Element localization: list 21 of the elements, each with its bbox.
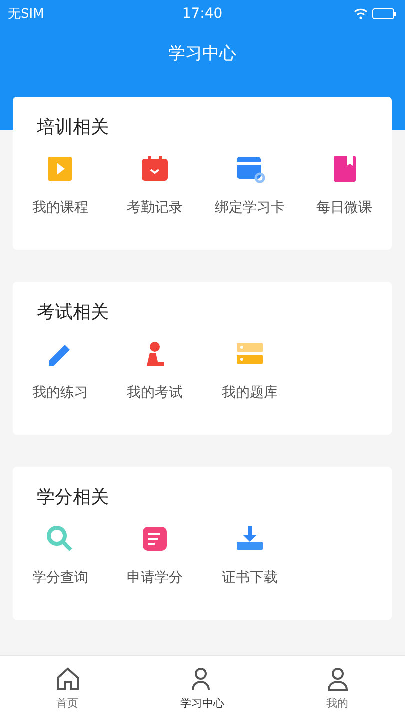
wifi-battery-icon	[353, 7, 398, 21]
feature-link[interactable]: 证书下载	[222, 569, 278, 587]
feature-link[interactable]: 每日微课	[316, 199, 373, 217]
tab[interactable]: 学习中心	[135, 656, 270, 720]
feature-link[interactable]: 申请学分	[127, 569, 184, 587]
feature-link[interactable]: 我的练习	[32, 384, 88, 402]
home-icon	[54, 666, 80, 692]
section-title: 学分相关	[36, 486, 110, 509]
section-title: 考试相关	[36, 301, 110, 324]
clock-text: 17:40	[182, 6, 223, 22]
feature-link[interactable]: 学分查询	[32, 569, 88, 587]
feature-link[interactable]: 绑定学习卡	[214, 199, 285, 217]
feature-link[interactable]: 我的课程	[32, 199, 88, 217]
carrier-text: 无SIM	[8, 6, 44, 23]
page-title: 学习中心	[168, 43, 238, 65]
section-title: 培训相关	[36, 116, 110, 139]
tab[interactable]: 首页	[0, 656, 135, 720]
feature-link[interactable]: 考勤记录	[127, 199, 184, 217]
tab[interactable]: 我的	[270, 656, 405, 720]
feature-link[interactable]: 我的题库	[222, 384, 278, 402]
feature-link[interactable]: 我的考试	[127, 384, 184, 402]
